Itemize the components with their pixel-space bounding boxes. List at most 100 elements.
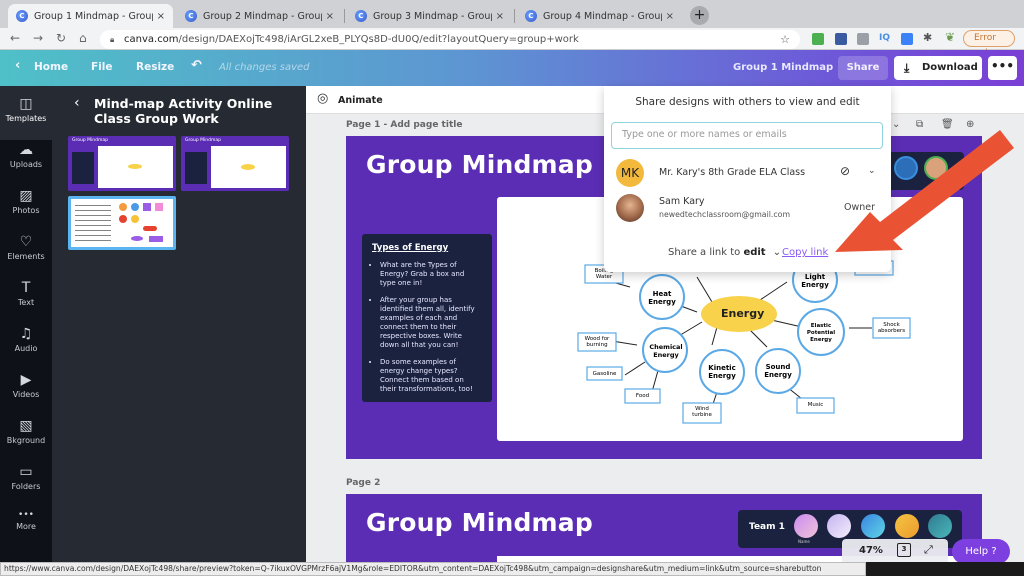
back-chevron-icon[interactable]: ‹ [74,95,80,111]
chevron-left-icon[interactable]: ‹ [15,58,20,73]
page-2-title[interactable]: Page 2 [346,478,380,488]
home-button[interactable]: Home [34,61,68,73]
back-icon[interactable]: ← [10,31,20,45]
browser-tab-1[interactable]: C Group 1 Mindmap - Group Wor × [8,4,173,28]
rail-label: Videos [12,390,40,399]
forward-icon[interactable]: → [33,31,43,45]
share-link-mode-dropdown[interactable]: Share a link to edit ⌄ [668,247,781,258]
canva-favicon-icon: C [525,10,537,22]
browser-tab-2[interactable]: C Group 2 Mindmap - Group Wor × [177,4,342,28]
rail-elements[interactable]: ♡ Elements [0,234,52,261]
text-icon: T [21,280,31,296]
browser-tab-3[interactable]: C Group 3 Mindmap - Group Wor × [347,4,512,28]
undo-icon[interactable]: ↶ [191,58,202,73]
fullscreen-icon[interactable]: ⤢ [924,543,933,557]
group-name: Mr. Kary's 8th Grade ELA Class [659,167,806,178]
rail-photos[interactable]: ▨ Photos [0,188,52,215]
profile-error-button[interactable]: Error ⋮ [963,30,1015,58]
user-avatar [616,194,644,222]
extension-icon[interactable] [835,33,847,45]
extension-icon[interactable] [857,33,869,45]
rail-videos[interactable]: ▶ Videos [0,372,52,399]
iq-extension-icon[interactable]: IQ [879,33,891,45]
delete-page-icon[interactable]: 🗑︎ [941,119,954,130]
rail-uploads[interactable]: ☁ Uploads [0,142,52,169]
thumb-title: Group Mindmap [185,138,221,143]
rail-label: Photos [12,206,40,215]
status-bar-fill [866,562,1024,576]
rail-text[interactable]: T Text [0,280,52,307]
close-tab-icon[interactable]: × [157,11,165,22]
rail-label: Folders [11,482,41,491]
zoom-level[interactable]: 47% [859,545,883,556]
instruction-bullet: What are the Types of Energy? Grab a box… [380,261,482,288]
duplicate-page-icon[interactable]: ⧉ [916,119,923,130]
rail-audio[interactable]: ♫ Audio [0,326,52,353]
thumb-info-box [72,152,94,184]
member-avatar [928,514,952,538]
chevron-down-icon: ⌄ [772,247,782,258]
url-input[interactable]: 🔒︎ canva.com/design/DAEXojTc498/iArGL2xe… [100,30,800,49]
eye-slash-icon[interactable]: ⊘ [840,164,850,178]
animate-button[interactable]: Animate [338,95,383,106]
design-heading[interactable]: Group Mindmap [366,508,593,537]
home-icon[interactable]: ⌂ [79,31,87,45]
canva-favicon-icon: C [185,10,197,22]
music-icon: ♫ [19,326,33,342]
file-menu-button[interactable]: File [91,61,113,73]
add-page-icon[interactable]: ⊕ [966,119,974,130]
resize-button[interactable]: Resize [136,61,174,73]
rail-label: Elements [7,252,45,261]
rail-label: Audio [14,344,38,353]
instructions-box[interactable]: Types of Energy What are the Types of En… [362,234,492,402]
close-tab-icon[interactable]: × [666,11,674,22]
user-email: newedtechclassroom@gmail.com [659,210,791,219]
rail-more[interactable]: ••• More [0,510,52,531]
extension-icon[interactable] [901,33,913,45]
close-tab-icon[interactable]: × [326,11,334,22]
rail-label: Bkground [6,436,46,445]
node-label: Elastic Potential Energy [806,323,836,343]
permission-chevron-icon[interactable]: ⌄ [868,166,876,176]
rail-label: Templates [5,114,47,123]
center-node-label: Energy [721,307,765,320]
more-options-button[interactable]: ••• [988,56,1017,80]
document-name[interactable]: Group 1 Mindmap [733,62,833,73]
browser-tab-4[interactable]: C Group 4 Mindmap - Group Wor × [517,4,682,28]
new-tab-button[interactable]: + [690,6,709,25]
shapes-icon: ♡ [19,234,33,250]
tree-extension-icon[interactable]: ❦ [945,30,957,44]
page-chevron-icon[interactable]: ⌄ [892,119,900,130]
browser-tab-strip: C Group 1 Mindmap - Group Wor × C Group … [0,0,1024,28]
share-recipients-input[interactable]: Type one or more names or emails [611,122,883,149]
thumb-title: Group Mindmap [72,138,108,143]
member-avatar [895,514,919,538]
help-button[interactable]: Help ? [952,539,1010,564]
rail-background[interactable]: ▧ Bkground [0,418,52,445]
download-button[interactable]: ⤓ Download [894,56,982,80]
rail-label: Uploads [9,160,43,169]
example-label: Gasoline [592,371,617,377]
page-count-button[interactable]: 3 [897,543,911,557]
rail-templates[interactable]: ◫ Templates [0,86,52,140]
reload-icon[interactable]: ↻ [56,31,66,45]
lock-icon: 🔒︎ [110,35,115,44]
template-thumb-1[interactable]: Group Mindmap [68,136,176,191]
node-label: Sound Energy [764,363,792,379]
design-heading[interactable]: Group Mindmap [366,150,593,179]
close-tab-icon[interactable]: × [496,11,504,22]
team-box[interactable] [886,152,964,190]
bookmark-star-icon[interactable]: ☆ [780,30,790,49]
example-label: Food [635,393,650,399]
rail-folders[interactable]: ▭ Folders [0,464,52,491]
template-thumb-3[interactable] [68,196,176,250]
template-thumb-2[interactable]: Group Mindmap [181,136,289,191]
extension-icon[interactable] [812,33,824,45]
instruction-bullet: After your group has identified them all… [380,296,482,350]
page-1-title[interactable]: Page 1 - Add page title [346,120,462,130]
thumb-center-node [128,164,142,169]
extensions-puzzle-icon[interactable]: ✱ [923,31,935,44]
share-button[interactable]: Share [838,56,888,80]
copy-link-button[interactable]: Copy link [782,247,828,258]
share-popup: Share designs with others to view and ed… [604,86,891,272]
